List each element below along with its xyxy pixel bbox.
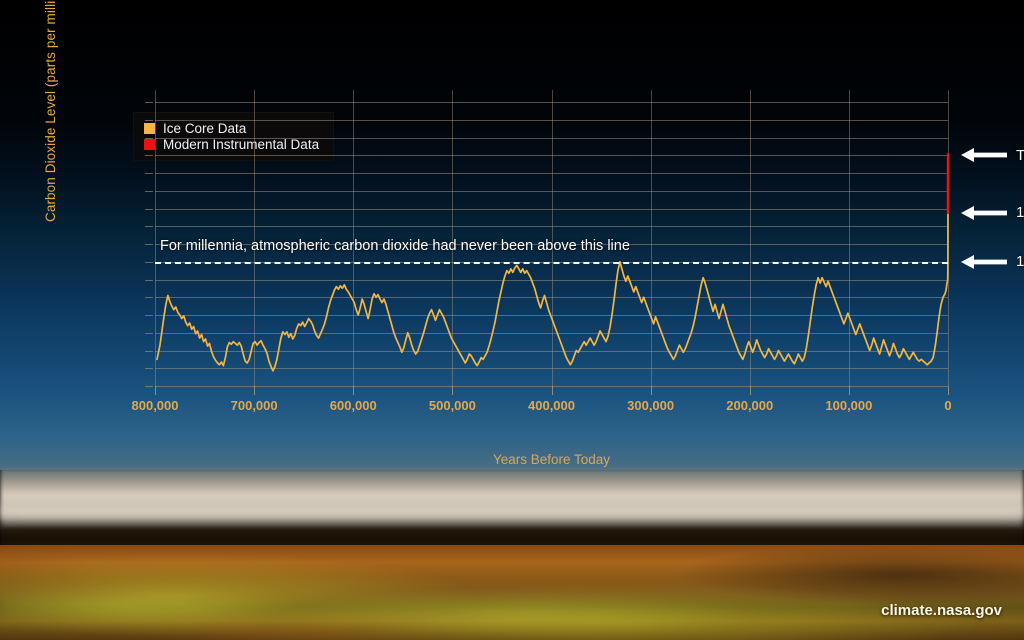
x-tick-label: 800,000 xyxy=(131,398,179,413)
y-tick-mark xyxy=(145,297,153,299)
threshold-line-300ppm xyxy=(155,261,948,264)
y-tick-mark xyxy=(145,332,153,334)
x-tick-mark xyxy=(254,386,256,395)
left-arrow-icon xyxy=(961,254,1007,269)
modern-swatch-icon xyxy=(144,139,155,150)
data-series-ice-core xyxy=(156,212,949,372)
y-tick-mark xyxy=(145,226,153,228)
y-tick-mark xyxy=(145,261,153,263)
ice-core-swatch-icon xyxy=(144,123,155,134)
x-tick-label: 400,000 xyxy=(528,398,575,413)
x-tick-mark xyxy=(749,386,751,395)
plot-area: Carbon Dioxide Level (parts per million)… xyxy=(43,0,1024,467)
left-arrow-icon xyxy=(961,148,1007,163)
x-tick-label: 0 xyxy=(944,398,952,413)
y-tick-mark xyxy=(145,155,153,157)
y-tick-mark xyxy=(145,190,153,192)
callout-1958: 1958 xyxy=(961,204,1024,222)
y-tick-mark xyxy=(145,102,153,103)
x-tick-mark xyxy=(650,386,652,395)
y-tick-mark xyxy=(145,119,153,121)
callout-label: 1958 xyxy=(1016,204,1024,222)
callout-1911: 1911 xyxy=(961,253,1024,271)
y-tick-mark xyxy=(145,137,153,139)
x-tick-mark xyxy=(848,386,850,395)
y-tick-mark xyxy=(145,368,153,370)
x-tick-label: 300,000 xyxy=(627,398,675,413)
x-tick-mark xyxy=(948,386,949,395)
x-tick-mark xyxy=(155,386,156,395)
co2-chart: Carbon Dioxide Level (parts per million)… xyxy=(0,0,1024,640)
x-tick-label: 200,000 xyxy=(726,398,774,413)
callout-label: 1911 xyxy=(1016,253,1024,271)
callout-label: Today xyxy=(1016,146,1024,164)
x-tick-label: 500,000 xyxy=(428,398,476,413)
x-tick-mark xyxy=(353,386,355,395)
x-tick-label: 700,000 xyxy=(230,398,278,413)
x-axis-label: Years Before Today xyxy=(492,452,611,467)
y-tick-mark xyxy=(145,173,153,174)
x-tick-label: 100,000 xyxy=(825,398,873,413)
y-tick-mark xyxy=(145,386,153,387)
y-tick-mark xyxy=(145,208,153,210)
threshold-annotation-text: For millennia, atmospheric carbon dioxid… xyxy=(160,237,630,254)
x-tick-mark xyxy=(452,386,454,395)
y-tick-mark xyxy=(145,279,153,281)
callout-today: Today xyxy=(961,146,1024,164)
y-tick-mark xyxy=(145,315,153,316)
y-tick-mark xyxy=(145,350,153,352)
left-arrow-icon xyxy=(961,205,1007,220)
x-tick-mark xyxy=(551,386,553,395)
nasa-watermark: climate.nasa.gov xyxy=(881,602,1002,619)
y-tick-mark xyxy=(145,244,153,245)
x-tick-label: 600,000 xyxy=(329,398,377,413)
y-axis-label: Carbon Dioxide Level (parts per million) xyxy=(43,0,58,222)
